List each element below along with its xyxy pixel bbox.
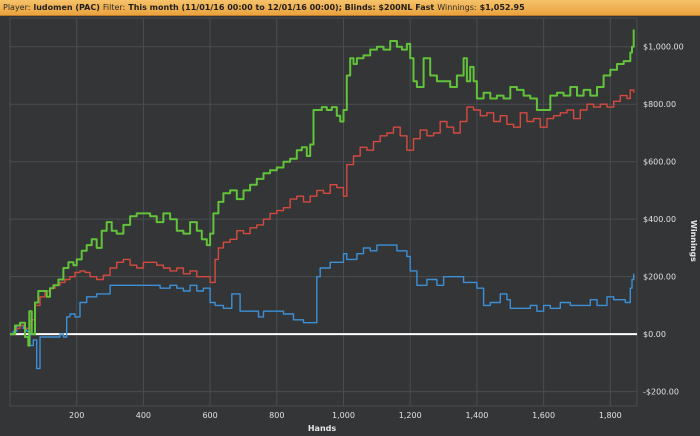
y-axis-ticks: -$200.00 $0.00 $200.00 $400.00 $600.00 $800.0…	[643, 43, 684, 397]
y-tick-label: $600.00	[643, 158, 676, 167]
winnings-value: $1,052.95	[479, 3, 525, 12]
y-axis-label: Winnings	[689, 220, 698, 262]
x-tick-label: 1,800	[599, 411, 622, 420]
x-tick-label: 800	[269, 411, 284, 420]
x-tick-label: 1,600	[532, 411, 555, 420]
winnings-label: Winnings:	[437, 3, 477, 12]
x-tick-label: 1,000	[332, 411, 355, 420]
y-tick-label: $800.00	[643, 100, 676, 109]
x-tick-label: 400	[136, 411, 151, 420]
series-line-3	[10, 244, 635, 370]
report-header-bar: Player: ludomen (PAC) Filter: This month (1…	[0, 0, 700, 16]
grid-lines	[9, 17, 638, 407]
player-label: Player:	[3, 3, 31, 12]
series-line-2	[10, 89, 635, 335]
y-tick-label: $0.00	[643, 330, 666, 339]
filter-value: This month (11/01/16 00:00 to 12/01/16 0…	[128, 3, 435, 12]
y-tick-label: $1,000.00	[643, 43, 684, 52]
player-value: ludomen (PAC)	[33, 3, 100, 12]
plot-area-border	[9, 17, 638, 407]
x-axis-ticks: 200 400 600 800 1,000 1,200 1,400 1,600 1,800	[69, 411, 622, 420]
winnings-graph: 200 400 600 800 1,000 1,200 1,400 1,600 1,800 -$…	[9, 17, 698, 433]
y-tick-label: -$200.00	[643, 388, 679, 397]
x-axis-label: Hands	[308, 424, 337, 433]
x-tick-label: 600	[202, 411, 217, 420]
x-tick-label: 1,400	[465, 411, 488, 420]
y-tick-label: $400.00	[643, 215, 676, 224]
y-tick-label: $200.00	[643, 273, 676, 282]
series-lines	[10, 29, 635, 370]
filter-label: Filter:	[102, 3, 126, 12]
x-tick-label: 200	[69, 411, 84, 420]
x-tick-label: 1,200	[399, 411, 422, 420]
series-line-1	[10, 29, 635, 347]
